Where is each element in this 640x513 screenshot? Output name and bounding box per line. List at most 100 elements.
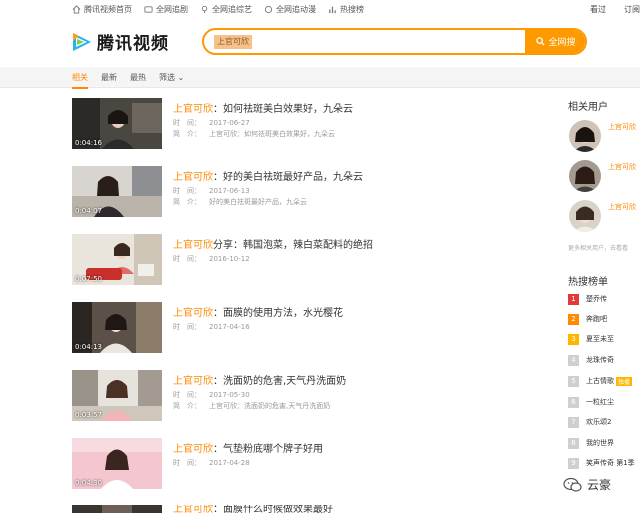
- hot-item-name: 我的世界: [586, 439, 614, 447]
- exclusive-tag: 独播: [616, 376, 633, 386]
- hot-list-item[interactable]: 7 欢乐颂2: [568, 415, 640, 429]
- video-thumbnail[interactable]: 0:04:13: [72, 302, 162, 353]
- search-input[interactable]: 上官可欣: [214, 35, 252, 49]
- time-label: 时 间：: [173, 255, 201, 263]
- video-thumbnail[interactable]: [72, 505, 162, 513]
- rank-badge: 8: [568, 437, 579, 449]
- result-item[interactable]: 0:04:13 上官可欣：面膜的使用方法，水光樱花 时 间： 2017-04-16: [72, 302, 552, 362]
- rank-badge: 4: [568, 354, 579, 366]
- tencent-video-logo-icon: [73, 32, 91, 51]
- top-nav-drama[interactable]: 全网追剧: [144, 4, 188, 15]
- rank-badge: 1: [568, 293, 579, 305]
- result-title[interactable]: 上官可欣：洗面奶的危害,天气丹洗面奶: [173, 372, 346, 387]
- hot-item-name: 欢乐颂2: [586, 418, 612, 426]
- tab-filter[interactable]: 筛选 ⌄: [159, 72, 184, 89]
- hot-list-item[interactable]: 3 夏至未至: [568, 332, 640, 346]
- tab-relevant[interactable]: 相关: [72, 72, 88, 89]
- result-title-highlight: 上官可欣: [173, 444, 213, 455]
- result-item[interactable]: 0:03:57 上官可欣：洗面奶的危害,天气丹洗面奶 时 间： 2017-05-3…: [72, 370, 552, 430]
- header: 腾讯视频 上官可欣 全网搜: [0, 20, 640, 66]
- avatar[interactable]: [569, 120, 601, 152]
- top-nav-home[interactable]: 腾讯视频首页: [72, 4, 132, 15]
- intro-label: 简 介：: [173, 402, 201, 410]
- related-users-title: 相关用户: [568, 102, 608, 113]
- home-icon: [72, 5, 81, 14]
- related-user[interactable]: 上官可欣: [568, 120, 640, 154]
- sidebar: 相关用户 上官可欣 上官可欣 上官可欣 更多相关用户，去看看 热搜榜单 1 楚乔传…: [568, 98, 640, 469]
- video-duration: 0:04:30: [75, 479, 102, 487]
- hot-item-name: 楚乔传: [586, 295, 607, 303]
- tab-hottest[interactable]: 最热: [130, 72, 146, 89]
- top-nav-variety[interactable]: 全网追综艺: [200, 4, 252, 15]
- result-item[interactable]: 0:04:16 上官可欣：如何祛斑美白效果好，九朵云 时 间： 2017-06-2…: [72, 98, 552, 158]
- result-title-highlight: 上官可欣: [173, 104, 213, 115]
- result-title[interactable]: 上官可欣：面膜的使用方法，水光樱花: [173, 304, 343, 319]
- tab-newest[interactable]: 最新: [101, 72, 117, 89]
- subscribe-link[interactable]: 订阅: [624, 4, 640, 15]
- intro-label: 简 介：: [173, 130, 201, 138]
- top-nav-hot[interactable]: 热搜榜: [328, 4, 364, 15]
- related-user[interactable]: 上官可欣: [568, 200, 640, 234]
- result-title-text: 分享：韩国泡菜，辣白菜配料的绝招: [213, 240, 373, 251]
- time-value: 2017-06-13: [209, 187, 250, 195]
- result-time: 时 间： 2017-06-13: [173, 186, 250, 196]
- video-duration: 0:07:50: [75, 275, 102, 283]
- rank-badge: 3: [568, 333, 579, 345]
- hot-list-item[interactable]: 9 笑声传奇 第1季: [568, 456, 640, 470]
- video-thumbnail[interactable]: 0:07:50: [72, 234, 162, 285]
- result-item[interactable]: 上官可欣：面膜什么时候做效果最好: [72, 505, 552, 513]
- video-thumbnail[interactable]: 0:04:07: [72, 166, 162, 217]
- hot-item-name: 龙珠传奇: [586, 356, 614, 364]
- result-item[interactable]: 0:04:07 上官可欣：好的美白祛斑最好产品，九朵云 时 间： 2017-06-…: [72, 166, 552, 226]
- top-nav-label: 全网追综艺: [212, 5, 252, 14]
- result-title-text: ：气垫粉底哪个牌子好用: [213, 444, 323, 455]
- related-user-name[interactable]: 上官可欣: [608, 122, 636, 132]
- watermark-text: 云豪: [587, 478, 612, 492]
- hot-list-item[interactable]: 1 楚乔传: [568, 292, 640, 306]
- related-user-name[interactable]: 上官可欣: [608, 162, 636, 172]
- more-users-link[interactable]: 更多相关用户，去看看: [568, 243, 628, 252]
- video-thumbnail[interactable]: 0:03:57: [72, 370, 162, 421]
- video-thumbnail-image: [72, 505, 162, 513]
- time-value: 2017-06-27: [209, 119, 250, 127]
- hot-list-item[interactable]: 6 一粒红尘: [568, 395, 640, 409]
- top-nav-label: 全网追剧: [156, 5, 188, 14]
- avatar[interactable]: [569, 160, 601, 192]
- hot-list-item[interactable]: 2 奔跑吧: [568, 312, 640, 326]
- search-box: 上官可欣 全网搜: [202, 28, 587, 55]
- video-thumbnail[interactable]: 0:04:30: [72, 438, 162, 489]
- result-title[interactable]: 上官可欣：好的美白祛斑最好产品，九朵云: [173, 168, 363, 183]
- result-title[interactable]: 上官可欣：如何祛斑美白效果好，九朵云: [173, 100, 353, 115]
- video-thumbnail[interactable]: 0:04:16: [72, 98, 162, 149]
- result-item[interactable]: 0:07:50 上官可欣分享：韩国泡菜，辣白菜配料的绝招 时 间： 2016-10…: [72, 234, 552, 294]
- rank-badge: 9: [568, 457, 579, 469]
- rank-badge: 5: [568, 375, 579, 387]
- watermark: 云豪: [563, 476, 611, 493]
- tab-filter-label: 筛选: [159, 73, 175, 82]
- related-user[interactable]: 上官可欣: [568, 160, 640, 194]
- result-title[interactable]: 上官可欣：面膜什么时候做效果最好: [173, 505, 333, 513]
- rank-badge: 7: [568, 416, 579, 428]
- intro-value: 上官可欣：洗面奶的危害,天气丹洗面奶: [209, 402, 331, 410]
- top-nav: 腾讯视频首页 全网追剧 全网追综艺 全网追动漫 热搜榜: [72, 4, 364, 15]
- hot-list-title: 热搜榜单: [568, 277, 608, 288]
- hot-list-item[interactable]: 8 我的世界: [568, 436, 640, 450]
- top-nav-label: 热搜榜: [340, 5, 364, 14]
- top-nav-anime[interactable]: 全网追动漫: [264, 4, 316, 15]
- result-item[interactable]: 0:04:30 上官可欣：气垫粉底哪个牌子好用 时 间： 2017-04-28: [72, 438, 552, 498]
- search-button[interactable]: 全网搜: [525, 30, 585, 53]
- related-user-name[interactable]: 上官可欣: [608, 202, 636, 212]
- hot-list-item[interactable]: 4 龙珠传奇: [568, 353, 640, 367]
- result-title-text: ：好的美白祛斑最好产品，九朵云: [213, 172, 363, 183]
- wechat-icon: [563, 477, 582, 492]
- result-title[interactable]: 上官可欣：气垫粉底哪个牌子好用: [173, 440, 323, 455]
- result-title-highlight: 上官可欣: [173, 308, 213, 319]
- hot-list-item[interactable]: 5 上古情歌 独播: [568, 374, 640, 388]
- result-title[interactable]: 上官可欣分享：韩国泡菜，辣白菜配料的绝招: [173, 236, 373, 251]
- result-title-text: ：面膜什么时候做效果最好: [213, 505, 333, 513]
- avatar[interactable]: [569, 200, 601, 232]
- time-label: 时 间：: [173, 391, 201, 399]
- history-link[interactable]: 看过: [590, 4, 606, 15]
- logo[interactable]: 腾讯视频: [71, 29, 169, 54]
- rank-badge: 2: [568, 313, 579, 325]
